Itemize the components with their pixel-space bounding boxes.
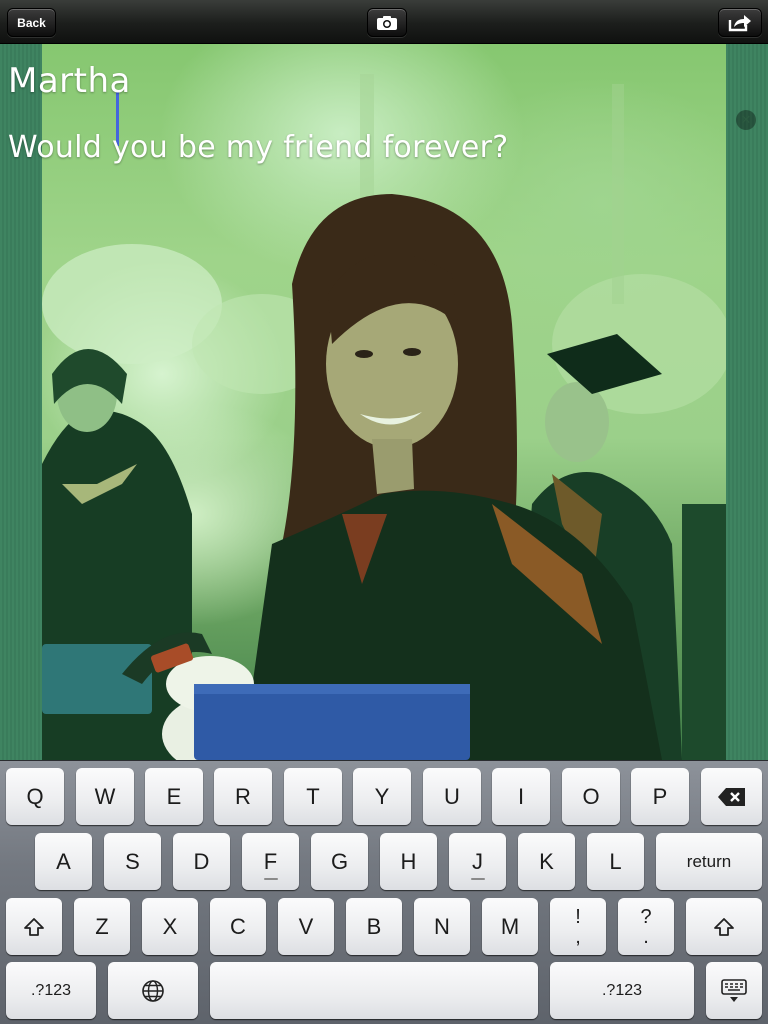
key-k[interactable]: K (518, 833, 575, 890)
numbers-key-right[interactable]: .?123 (550, 962, 694, 1019)
delete-icon (717, 787, 745, 806)
onscreen-keyboard: Q W E R T Y U I O P A S D F G H J K L re… (0, 760, 768, 1024)
key-d[interactable]: D (173, 833, 230, 890)
key-o[interactable]: O (562, 768, 620, 825)
key-j-home-marker (470, 878, 485, 880)
key-f[interactable]: F (242, 833, 299, 890)
key-t[interactable]: T (284, 768, 342, 825)
globe-key[interactable] (108, 962, 198, 1019)
clear-icon: ✕ (740, 112, 752, 128)
numbers-key-left[interactable]: .?123 (6, 962, 96, 1019)
key-i[interactable]: I (492, 768, 550, 825)
key-q[interactable]: Q (6, 768, 64, 825)
key-f-label: F (263, 848, 278, 874)
clear-text-button[interactable]: ✕ (736, 110, 756, 130)
key-period-label: . (643, 925, 649, 948)
camera-icon (377, 15, 397, 30)
key-r[interactable]: R (214, 768, 272, 825)
globe-icon (142, 979, 164, 1002)
key-a[interactable]: A (35, 833, 92, 890)
card-margin-right (726, 44, 768, 760)
key-s[interactable]: S (104, 833, 161, 890)
key-h[interactable]: H (380, 833, 437, 890)
key-e[interactable]: E (145, 768, 203, 825)
key-u[interactable]: U (423, 768, 481, 825)
key-exclaim-label: ! (575, 905, 581, 928)
name-text-field[interactable]: Martha (8, 58, 708, 104)
key-question-label: ? (640, 905, 652, 928)
message-text-field[interactable]: Would you be my friend forever? (8, 128, 708, 168)
key-j[interactable]: J (449, 833, 506, 890)
key-question-period[interactable]: ? . (618, 898, 674, 955)
key-y[interactable]: Y (353, 768, 411, 825)
key-exclaim-comma[interactable]: ! , (550, 898, 606, 955)
card-canvas: Martha Would you be my friend forever? ✕ (0, 44, 768, 760)
share-button[interactable] (718, 8, 762, 37)
key-w[interactable]: W (76, 768, 134, 825)
key-j-label: J (472, 848, 483, 874)
key-b[interactable]: B (346, 898, 402, 955)
key-v[interactable]: V (278, 898, 334, 955)
hide-keyboard-key[interactable] (706, 962, 762, 1019)
return-key[interactable]: return (656, 833, 762, 890)
hide-keyboard-icon (721, 978, 747, 1002)
shift-key-right[interactable] (686, 898, 762, 955)
key-g[interactable]: G (311, 833, 368, 890)
key-p[interactable]: P (631, 768, 689, 825)
top-toolbar: Back (0, 0, 768, 44)
camera-button[interactable] (367, 8, 407, 37)
shift-icon (24, 917, 44, 936)
key-l[interactable]: L (587, 833, 644, 890)
key-x[interactable]: X (142, 898, 198, 955)
key-comma-label: , (575, 925, 581, 948)
key-c[interactable]: C (210, 898, 266, 955)
delete-key[interactable] (701, 768, 762, 825)
key-n[interactable]: N (414, 898, 470, 955)
shift-key-left[interactable] (6, 898, 62, 955)
key-m[interactable]: M (482, 898, 538, 955)
shift-icon (714, 917, 734, 936)
share-icon (728, 14, 751, 31)
key-z[interactable]: Z (74, 898, 130, 955)
back-button[interactable]: Back (7, 8, 56, 37)
key-f-home-marker (263, 878, 278, 880)
space-key[interactable] (210, 962, 538, 1019)
